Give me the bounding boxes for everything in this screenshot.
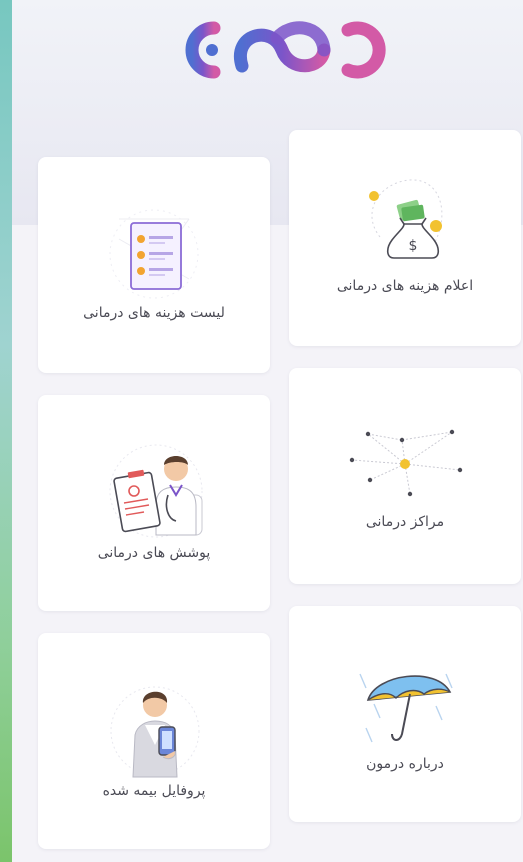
menu-card-coverages[interactable]: پوشش های درمانی (38, 395, 270, 611)
menu-card-label: درباره درمون (366, 756, 444, 772)
umbrella-icon (359, 673, 453, 743)
menu-card-expense-report[interactable]: $ اعلام هزینه های درمانی (289, 130, 521, 346)
network-icon (349, 429, 463, 497)
menu-card-label: پوشش های درمانی (97, 545, 211, 561)
menu-card-label: لیست هزینه های درمانی (83, 305, 225, 321)
menu-card-expense-list[interactable]: لیست هزینه های درمانی (38, 157, 270, 373)
menu-card-label: مراکز درمانی (365, 514, 445, 530)
doctor-clipboard-icon (109, 444, 203, 538)
menu-card-centers[interactable]: مراکز درمانی (289, 368, 521, 584)
money-bag-icon: $ (369, 179, 443, 259)
dormoon-logo-icon (185, 21, 386, 79)
menu-card-label: اعلام هزینه های درمانی (336, 278, 474, 294)
checklist-icon (109, 209, 199, 299)
menu-card-about[interactable]: درباره درمون (289, 606, 521, 822)
user-phone-icon (110, 686, 200, 778)
app-screen: $ اعلام هزینه های درمانی لیست هزینه های … (12, 0, 523, 862)
menu-card-label: پروفایل بیمه شده (102, 783, 206, 799)
menu-card-profile[interactable]: پروفایل بیمه شده (38, 633, 270, 849)
svg-text:$: $ (409, 238, 418, 254)
